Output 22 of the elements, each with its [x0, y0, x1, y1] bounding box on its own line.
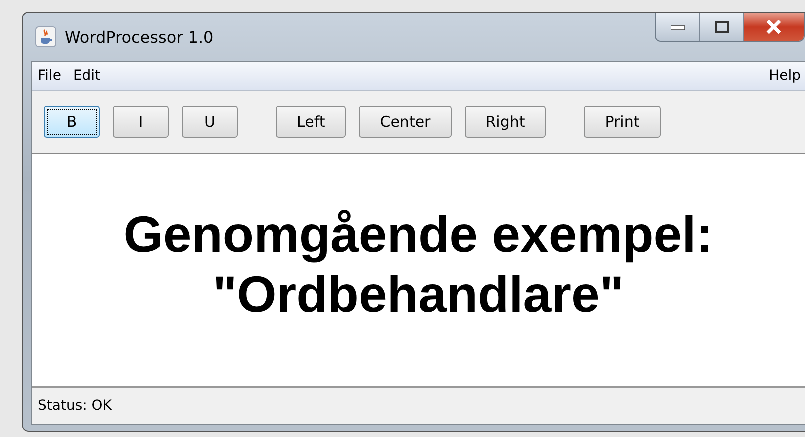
toolbar-button[interactable]: U: [182, 106, 238, 138]
minimize-icon: [670, 24, 684, 30]
text-area[interactable]: Genomgående exempel: "Ordbehandlare": [32, 153, 805, 388]
status-text: Status: OK: [38, 398, 112, 414]
menu-item[interactable]: Edit: [73, 68, 101, 84]
coffee-cup-icon: [35, 26, 57, 48]
minimize-button[interactable]: [656, 13, 700, 41]
toolbar-button[interactable]: B: [44, 106, 100, 138]
menu-item[interactable]: File: [38, 68, 62, 84]
window-title: WordProcessor 1.0: [65, 28, 214, 46]
maximize-button[interactable]: [700, 13, 744, 41]
toolbar-button[interactable]: Center: [359, 106, 452, 138]
toolbar-button[interactable]: Right: [464, 106, 546, 138]
maximize-icon: [714, 21, 728, 33]
close-icon: [766, 20, 782, 34]
document-text: Genomgående exempel:: [124, 205, 714, 265]
document-text: "Ordbehandlare": [212, 265, 624, 325]
menu-item[interactable]: Help: [769, 68, 801, 84]
toolbar-button[interactable]: I: [113, 106, 169, 138]
toolbar-button[interactable]: Print: [584, 106, 661, 138]
close-button[interactable]: [744, 13, 804, 41]
toolbar-button[interactable]: Left: [276, 106, 346, 138]
